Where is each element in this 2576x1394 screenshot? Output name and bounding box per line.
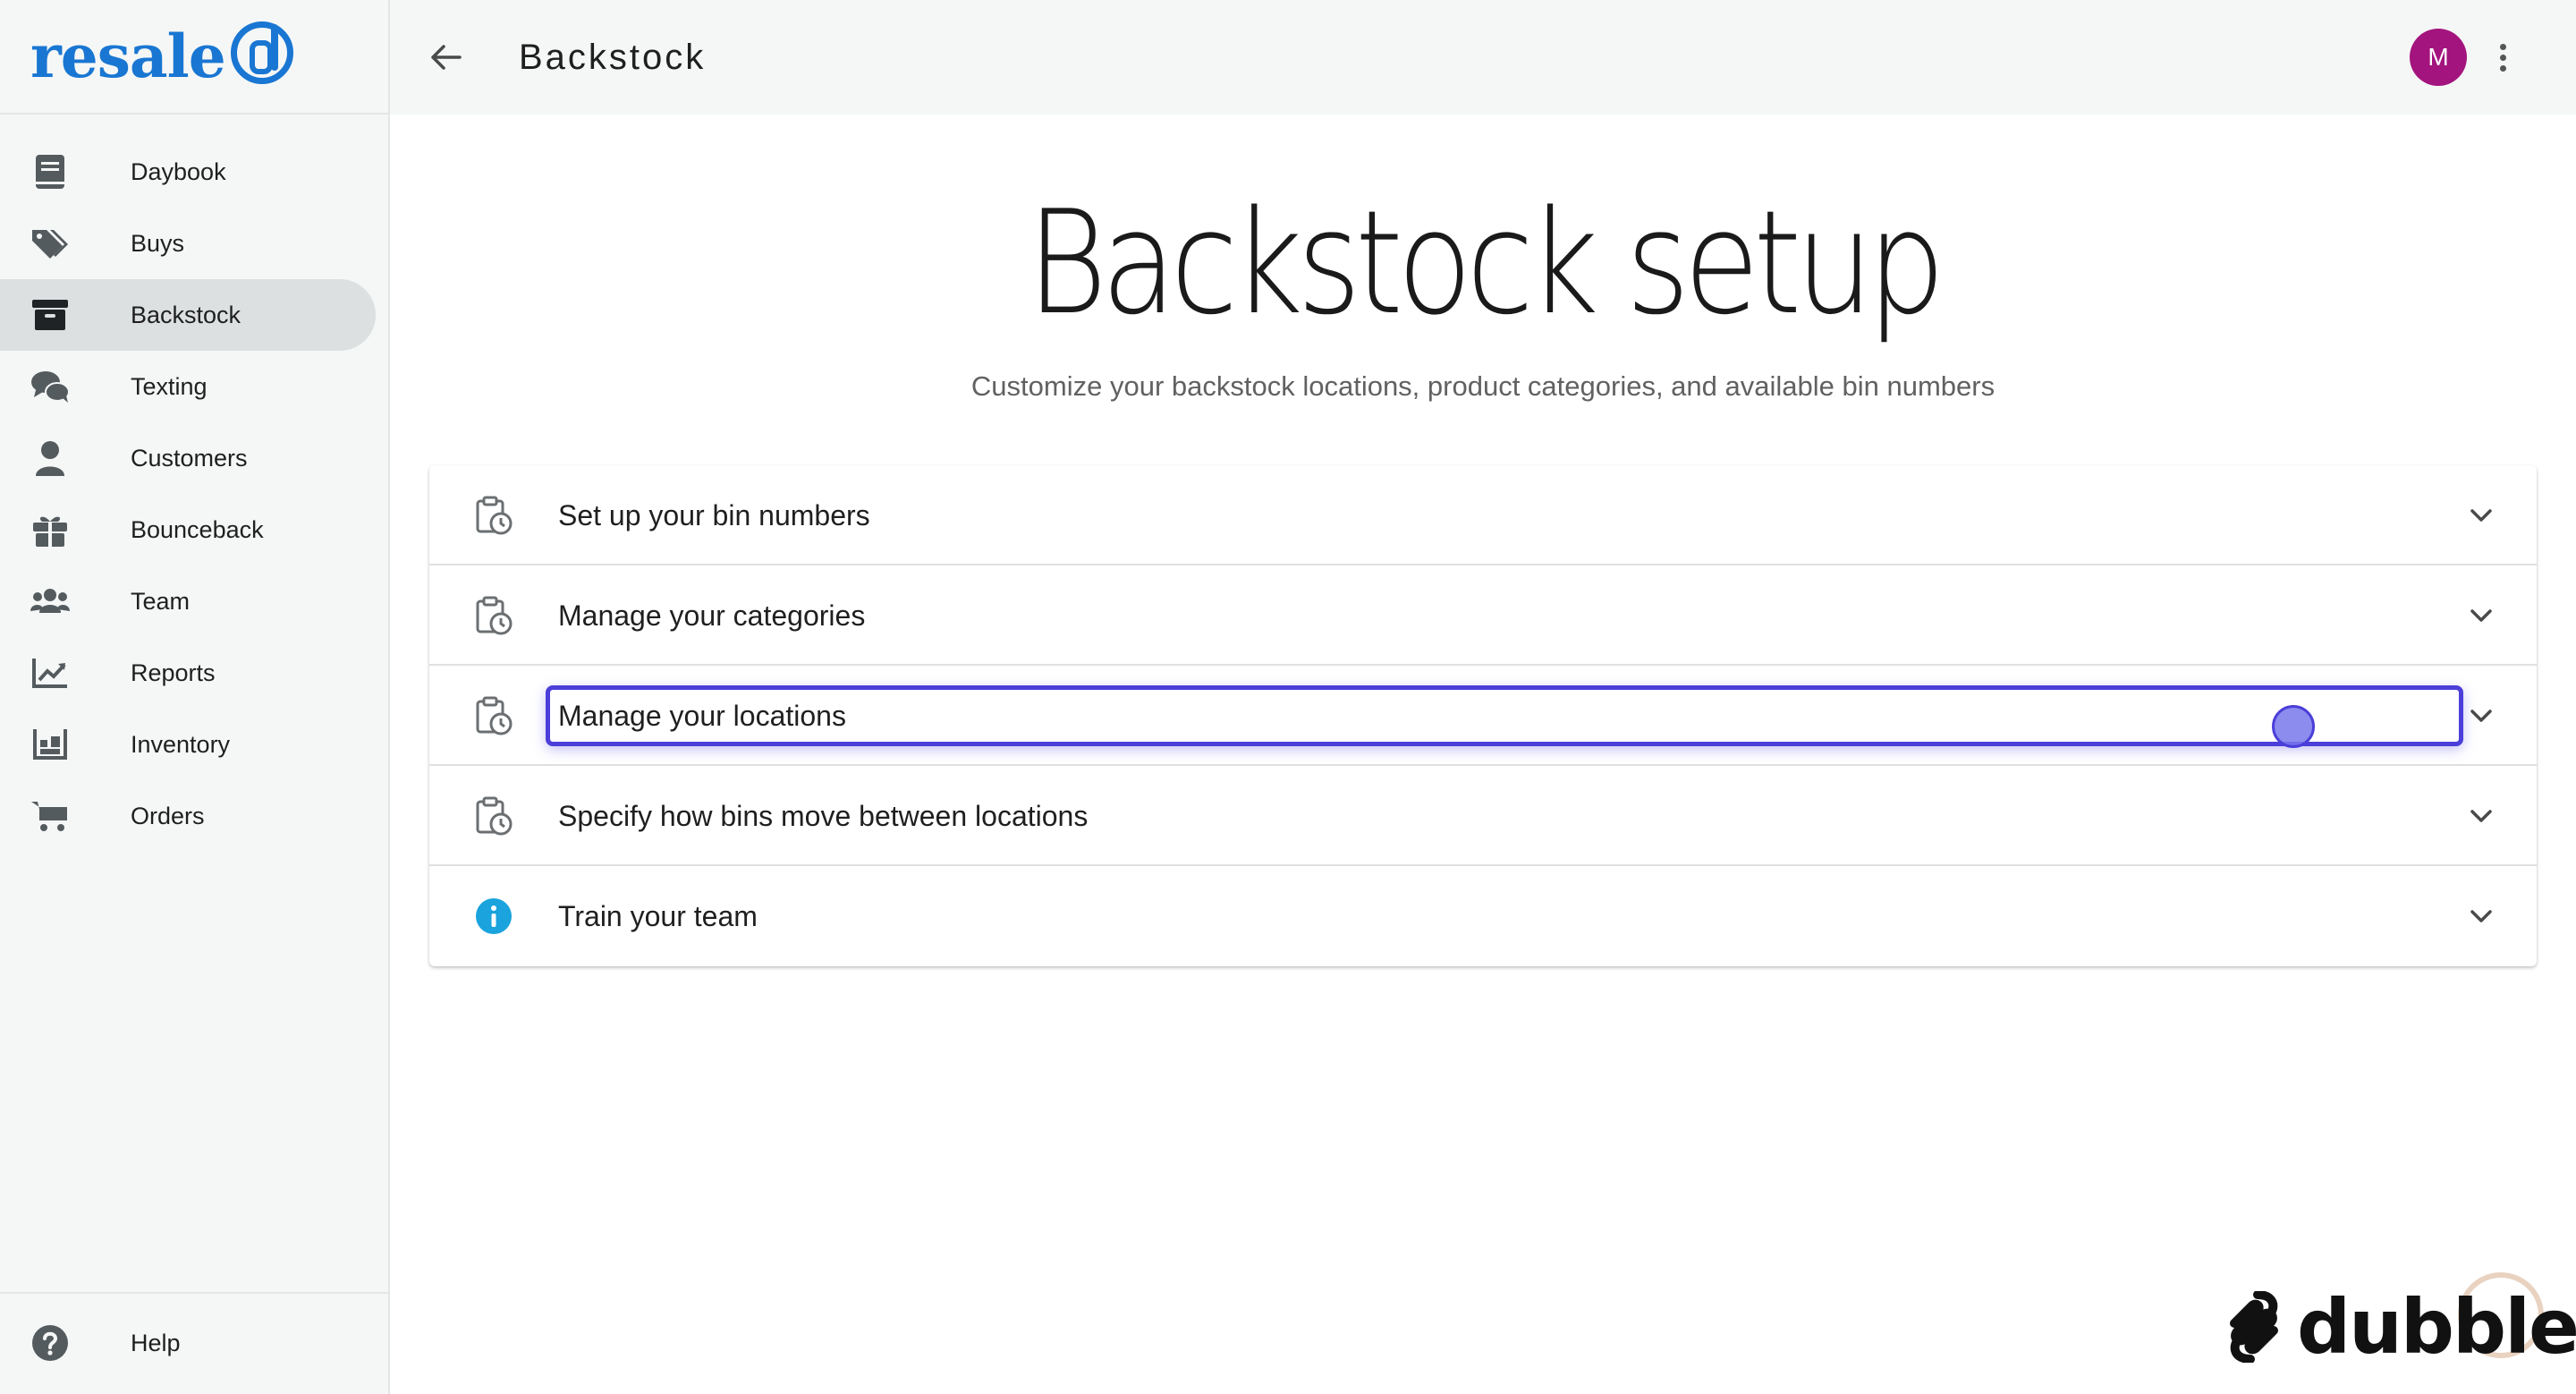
dubble-logo-icon: [2230, 1291, 2278, 1363]
sidebar-item-label: Backstock: [131, 301, 242, 328]
chevron-down-icon[interactable]: [2463, 898, 2499, 934]
sidebar-item-customers[interactable]: Customers: [0, 422, 376, 494]
accordion-bin-numbers[interactable]: Set up your bin numbers: [429, 465, 2537, 565]
cart-icon: [30, 796, 70, 836]
accordion-label: Set up your bin numbers: [558, 499, 870, 531]
chevron-down-icon[interactable]: [2463, 598, 2499, 633]
clipboard-clock-icon: [474, 696, 513, 735]
sidebar-item-label: Buys: [131, 229, 185, 257]
watermark-text: dubble: [2297, 1283, 2576, 1371]
more-options-button[interactable]: [2479, 34, 2526, 81]
clipboard-clock-icon: [474, 496, 513, 535]
accordion-locations[interactable]: Manage your locations: [429, 666, 2537, 766]
sidebar-item-bounceback[interactable]: Bounceback: [0, 494, 376, 565]
sidebar-item-inventory[interactable]: Inventory: [0, 709, 376, 780]
avatar[interactable]: M: [2410, 29, 2467, 86]
accordion-categories[interactable]: Manage your categories: [429, 565, 2537, 666]
sidebar-item-buys[interactable]: Buys: [0, 208, 376, 279]
chevron-down-icon[interactable]: [2463, 698, 2499, 734]
sidebar-footer: Help: [0, 1292, 388, 1394]
sidebar-item-label: Texting: [131, 372, 208, 400]
sidebar-item-label: Team: [131, 587, 191, 615]
clipboard-clock-icon: [474, 596, 513, 635]
kebab-dot: [2499, 54, 2506, 61]
sidebar-item-label: Daybook: [131, 157, 226, 185]
sidebar-item-reports[interactable]: Reports: [0, 637, 376, 709]
tags-icon: [30, 224, 70, 263]
sidebar-item-label: Reports: [131, 659, 216, 686]
book-icon: [30, 152, 70, 191]
sidebar-item-label: Help: [131, 1329, 181, 1356]
page-header-title: Backstock: [519, 37, 707, 77]
sidebar-item-orders[interactable]: Orders: [0, 780, 376, 852]
sidebar-item-backstock[interactable]: Backstock: [0, 279, 376, 351]
watermark: dubble: [2222, 1283, 2576, 1371]
gift-icon: [30, 510, 70, 549]
users-icon: [30, 582, 70, 621]
main-content: Backstock setup Customize your backstock…: [390, 115, 2576, 1394]
logo-text: resale: [30, 21, 226, 91]
question-circle-icon: [30, 1323, 70, 1363]
kebab-dot: [2499, 64, 2506, 72]
accordion-bin-movement[interactable]: Specify how bins move between locations: [429, 766, 2537, 866]
archive-box-icon: [30, 295, 70, 335]
clipboard-clock-icon: [474, 796, 513, 836]
sidebar-item-team[interactable]: Team: [0, 565, 376, 637]
accordion-label: Specify how bins move between locations: [558, 800, 1089, 832]
sidebar-item-daybook[interactable]: Daybook: [0, 136, 376, 208]
warehouse-icon: [30, 725, 70, 764]
info-circle-icon: [474, 897, 513, 936]
top-bar: Backstock M: [390, 0, 2576, 115]
sidebar-item-texting[interactable]: Texting: [0, 351, 376, 422]
click-indicator: [2272, 705, 2315, 748]
logo-mark-icon: [230, 21, 293, 84]
page-title: Backstock setup: [1026, 179, 1945, 346]
chart-line-icon: [30, 653, 70, 693]
logo[interactable]: resale: [0, 0, 388, 115]
app-root: resale Daybook Buys Backstock Texting Cu…: [0, 0, 2576, 1394]
sidebar-item-label: Inventory: [131, 730, 231, 758]
arrow-left-icon: [431, 45, 462, 70]
chat-bubbles-icon: [30, 367, 70, 406]
accordion-label: Train your team: [558, 900, 758, 932]
sidebar-item-label: Customers: [131, 444, 248, 472]
person-icon: [30, 438, 70, 478]
sidebar: resale Daybook Buys Backstock Texting Cu…: [0, 0, 390, 1394]
kebab-dot: [2499, 43, 2506, 50]
accordion-train-team[interactable]: Train your team: [429, 866, 2537, 966]
accordion-label: Manage your locations: [558, 700, 846, 732]
accordion-label: Manage your categories: [558, 599, 866, 632]
sidebar-nav: Daybook Buys Backstock Texting Customers…: [0, 115, 388, 852]
back-button[interactable]: [422, 34, 469, 81]
sidebar-item-help[interactable]: Help: [0, 1312, 376, 1374]
chevron-down-icon[interactable]: [2463, 798, 2499, 834]
setup-accordion: Set up your bin numbers Manage your cate…: [429, 465, 2537, 966]
sidebar-item-label: Bounceback: [131, 515, 264, 543]
chevron-down-icon[interactable]: [2463, 497, 2499, 533]
sidebar-item-label: Orders: [131, 802, 205, 829]
page-subtitle: Customize your backstock locations, prod…: [970, 370, 1996, 402]
